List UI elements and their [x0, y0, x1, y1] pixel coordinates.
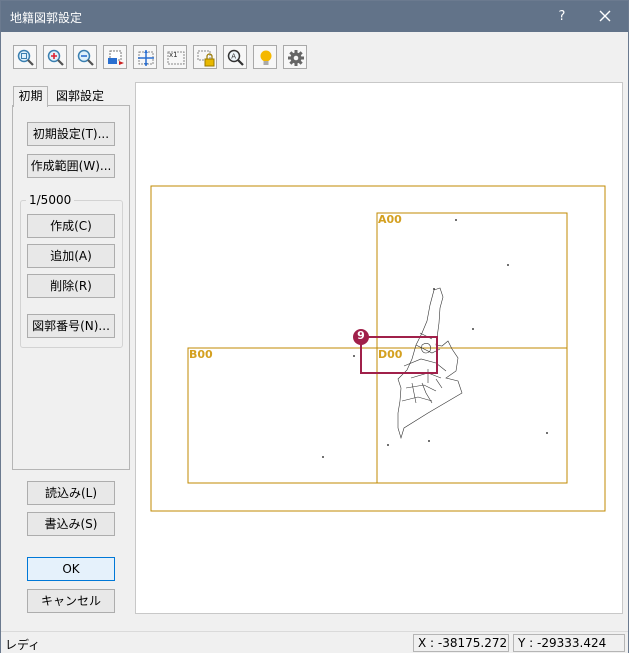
add-button[interactable]: 追加(A) [27, 244, 115, 268]
zoom-area-icon: A [227, 49, 244, 66]
load-button[interactable]: 読込み(L) [27, 481, 115, 505]
create-button[interactable]: 作成(C) [27, 214, 115, 238]
y-coordinate: Y : -29333.424 [513, 634, 625, 652]
zoom-area-button[interactable]: A [223, 45, 247, 69]
sheet-label-d00: D00 [378, 348, 403, 361]
hint-button[interactable] [253, 45, 277, 69]
settings-gear-icon [288, 50, 304, 66]
cancel-button[interactable]: キャンセル [27, 589, 115, 613]
status-text: レディ [5, 638, 41, 652]
close-button[interactable] [587, 1, 623, 32]
write-button[interactable]: 書込み(S) [27, 512, 115, 536]
tab-initial[interactable]: 初期 [13, 86, 48, 107]
close-icon [599, 10, 611, 22]
scale-1x-label: x1 [169, 51, 178, 59]
zoom-in-button[interactable] [43, 45, 67, 69]
tab-sheet-settings[interactable]: 図郭設定 [51, 87, 109, 107]
pan-button[interactable] [133, 45, 157, 69]
zoom-fit-button[interactable] [13, 45, 37, 69]
dialog-window: 地籍図郭設定 ? x1 A 初期 図郭設定 初期設定(T)... 作成範囲(W)… [0, 0, 629, 653]
move-button[interactable] [103, 45, 127, 69]
creation-range-button[interactable]: 作成範囲(W)... [27, 154, 115, 178]
callout-number: 9 [357, 329, 365, 342]
parcel-map-drawing [397, 287, 463, 440]
pan-icon [138, 50, 154, 66]
sheet-d00-frame [376, 347, 568, 484]
svg-text:A: A [231, 53, 236, 61]
delete-button[interactable]: 削除(R) [27, 274, 115, 298]
zoom-out-button[interactable] [73, 45, 97, 69]
sheet-label-a00: A00 [378, 213, 402, 226]
sheet-a00-frame [376, 212, 568, 349]
sheet-number-button[interactable]: 図郭番号(N)... [27, 314, 115, 338]
move-icon [108, 50, 124, 65]
title-bar: 地籍図郭設定 ? [1, 1, 628, 32]
x-coordinate: X : -38175.272 [413, 634, 509, 652]
status-bar: レディ X : -38175.272 Y : -29333.424 [1, 631, 628, 653]
scale-1x-button[interactable]: x1 [163, 45, 187, 69]
sheet-b00-frame [187, 347, 378, 484]
ok-button[interactable]: OK [27, 557, 115, 581]
initial-settings-button[interactable]: 初期設定(T)... [27, 122, 115, 146]
hint-bulb-icon [260, 50, 272, 65]
zoom-out-icon [77, 49, 94, 66]
window-title: 地籍図郭設定 [10, 11, 83, 25]
sheet-label-b00: B00 [189, 348, 213, 361]
zoom-in-icon [47, 49, 64, 66]
map-preview-canvas[interactable]: A00 B00 D00 9 [135, 82, 623, 614]
scale-group-label: 1/5000 [26, 193, 75, 207]
zoom-fit-icon [17, 49, 34, 66]
settings-button[interactable] [283, 45, 307, 69]
help-button[interactable]: ? [549, 1, 575, 32]
scale-lock-button[interactable] [193, 45, 217, 69]
scale-lock-icon [197, 50, 215, 67]
